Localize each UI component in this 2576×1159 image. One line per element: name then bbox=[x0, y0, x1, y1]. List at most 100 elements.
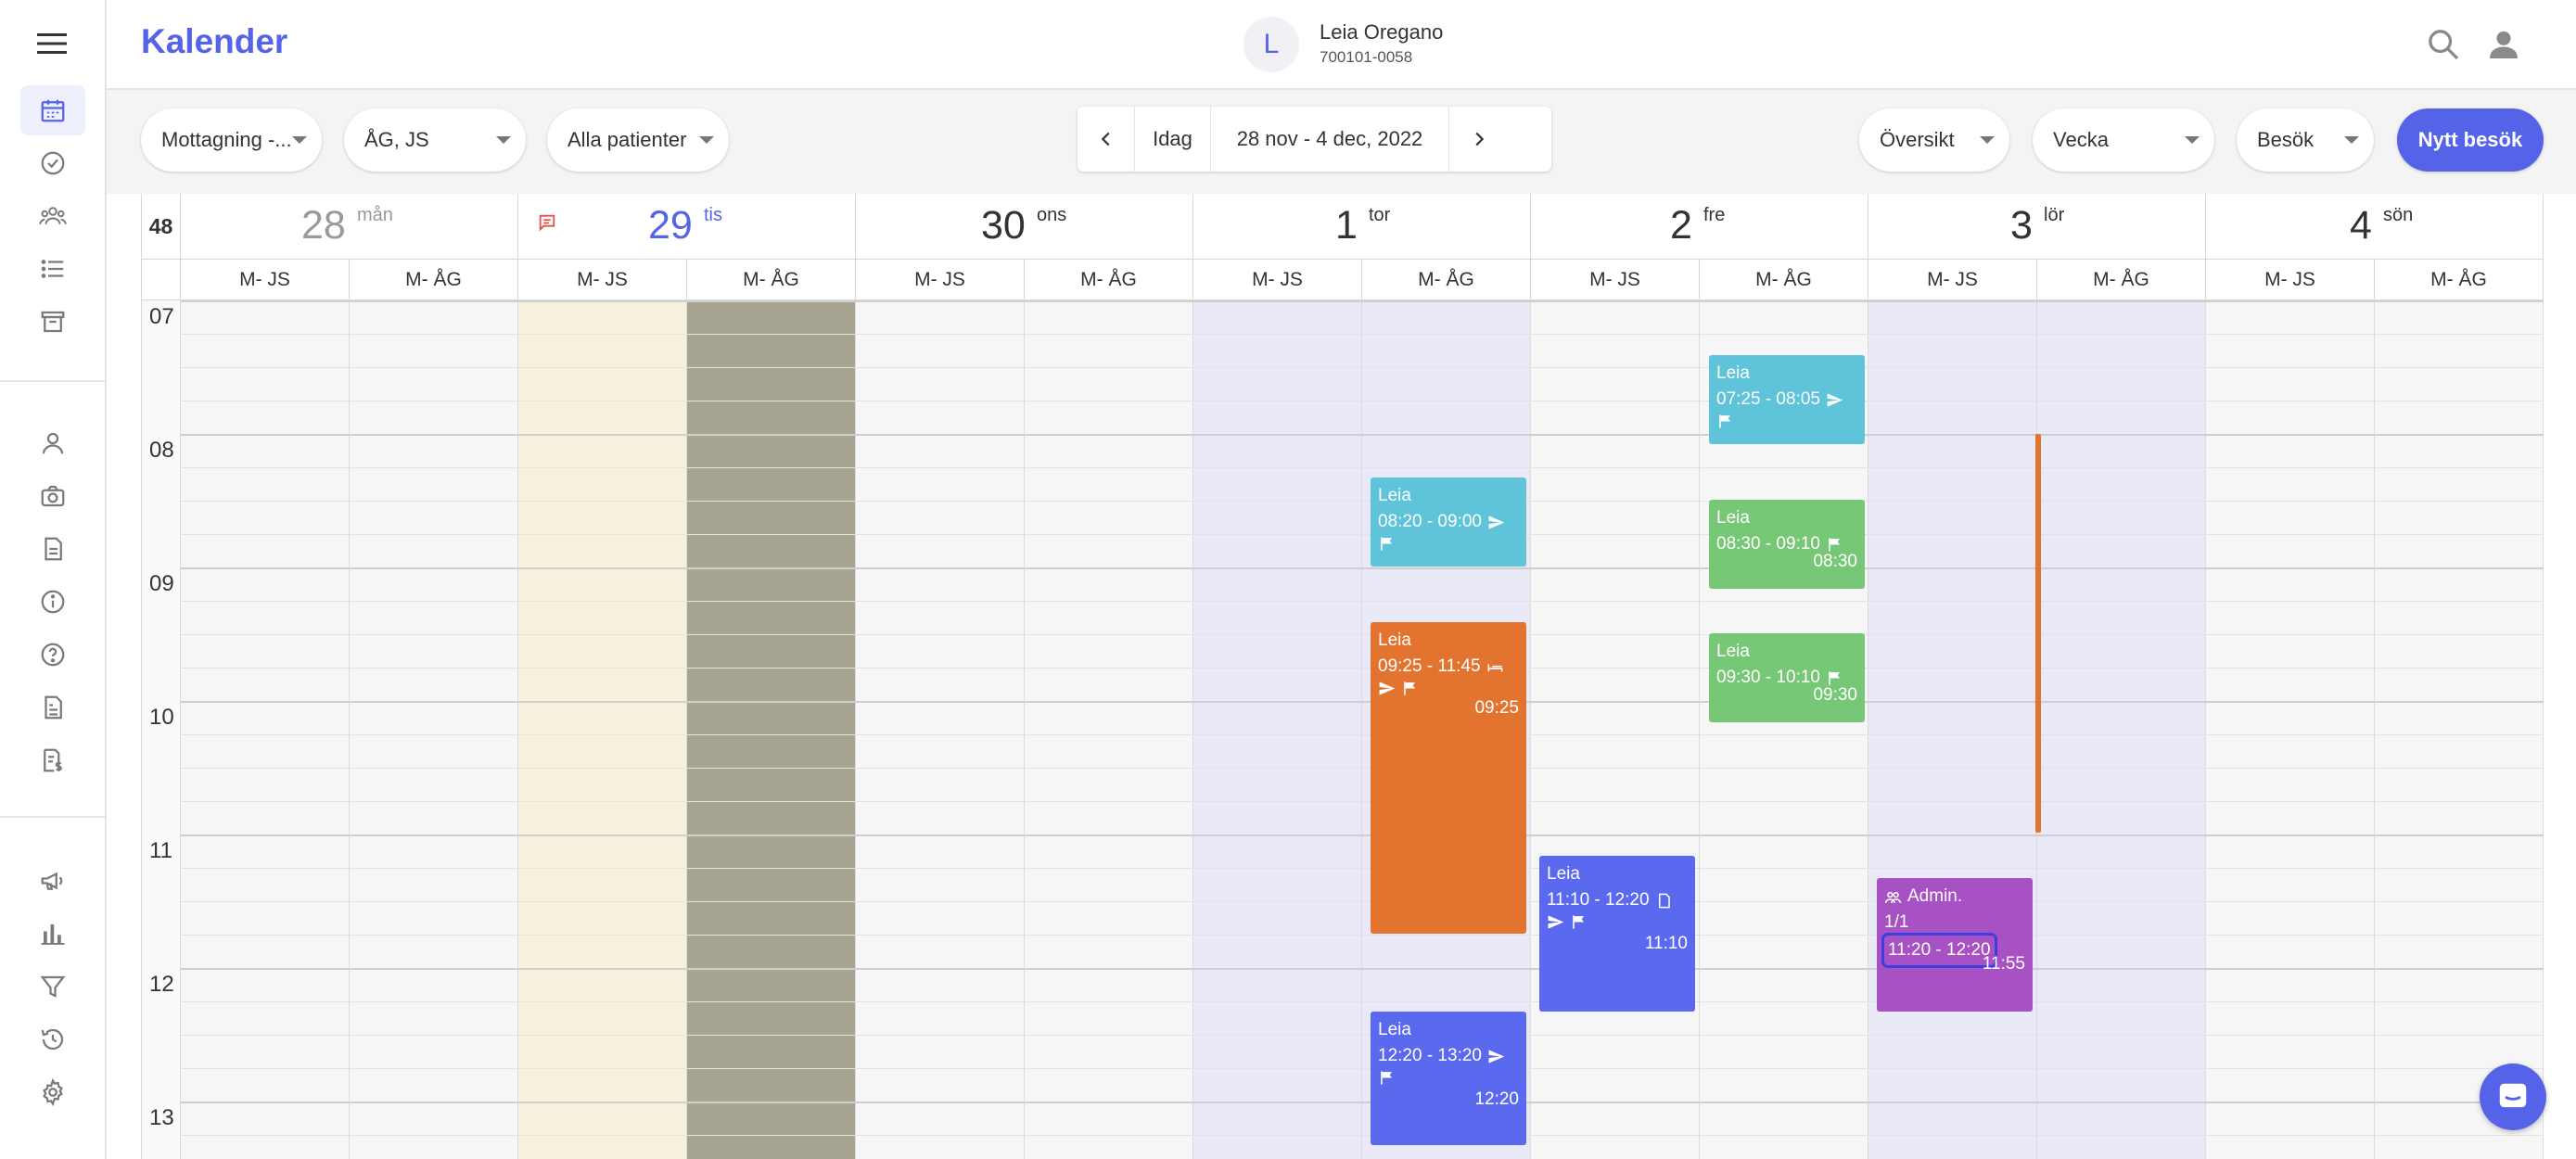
today-button[interactable]: Idag bbox=[1135, 107, 1211, 172]
clinic-dropdown[interactable]: Mottagning -... bbox=[141, 108, 322, 172]
archive-icon[interactable] bbox=[20, 297, 85, 347]
time-gridline bbox=[181, 367, 2544, 368]
sidebar-divider bbox=[0, 380, 107, 382]
bar-chart-icon[interactable] bbox=[20, 909, 85, 959]
day-resource-column[interactable] bbox=[2375, 300, 2544, 1159]
patient-name[interactable]: Leia Oregano bbox=[1320, 20, 1443, 45]
time-gridline bbox=[181, 300, 2544, 302]
info-icon[interactable] bbox=[20, 577, 85, 627]
patient-avatar[interactable]: L bbox=[1243, 17, 1299, 72]
hour-label: 12 bbox=[149, 972, 174, 997]
person-icon[interactable] bbox=[20, 418, 85, 468]
event-time: 09:30 - 10:10 bbox=[1716, 668, 1820, 687]
group-icon[interactable] bbox=[20, 191, 85, 241]
staff-dropdown[interactable]: ÅG, JS bbox=[344, 108, 526, 172]
week-number: 48 bbox=[142, 194, 181, 260]
resource-header: M- JS bbox=[518, 260, 687, 300]
new-visit-button[interactable]: Nytt besök bbox=[2397, 108, 2544, 172]
view-mode-dropdown[interactable]: Översikt bbox=[1859, 108, 2009, 172]
day-name: tor bbox=[1369, 205, 1391, 225]
hour-label: 13 bbox=[149, 1105, 174, 1130]
calendar-event[interactable]: Leia 07:25 - 08:05 bbox=[1709, 355, 1865, 444]
chat-support-button[interactable] bbox=[2480, 1063, 2546, 1130]
time-gridline bbox=[181, 334, 2544, 335]
day-resource-column[interactable] bbox=[2206, 300, 2375, 1159]
flag-icon bbox=[1719, 414, 1731, 428]
day-resource-column[interactable] bbox=[1868, 300, 2037, 1159]
resource-header: M- ÅG bbox=[687, 260, 856, 300]
time-gridline bbox=[181, 634, 2544, 635]
time-gridline bbox=[181, 968, 2544, 970]
day-header[interactable]: 2 fre bbox=[1531, 194, 1868, 260]
blocked-time-bar[interactable] bbox=[2035, 434, 2041, 833]
calendar-event[interactable]: Leia 11:10 - 12:20 11:10 bbox=[1539, 856, 1695, 1012]
megaphone-icon[interactable] bbox=[20, 856, 85, 906]
prev-week-button[interactable] bbox=[1078, 107, 1135, 172]
hamburger-menu-icon[interactable] bbox=[35, 30, 69, 57]
day-resource-column[interactable] bbox=[687, 300, 856, 1159]
note-icon[interactable] bbox=[537, 212, 557, 233]
report-icon[interactable] bbox=[20, 682, 85, 732]
event-title: Admin. bbox=[1907, 886, 1963, 906]
view-span-dropdown[interactable]: Vecka bbox=[2033, 108, 2214, 172]
day-header[interactable]: 4 sön bbox=[2206, 194, 2544, 260]
event-start-time: 08:30 bbox=[1813, 552, 1857, 571]
chevron-down-icon bbox=[496, 136, 511, 144]
history-icon[interactable] bbox=[20, 1014, 85, 1064]
next-week-button[interactable] bbox=[1449, 107, 1509, 172]
day-resource-column[interactable] bbox=[181, 300, 350, 1159]
event-type-dropdown[interactable]: Besök bbox=[2237, 108, 2374, 172]
calendar-event[interactable]: Leia 08:30 - 09:10 08:30 bbox=[1709, 500, 1865, 589]
time-gridline bbox=[181, 901, 2544, 902]
patients-dropdown[interactable]: Alla patienter bbox=[547, 108, 729, 172]
flag-icon bbox=[1404, 681, 1416, 695]
day-number: 2 bbox=[1670, 203, 1692, 248]
event-start-time: 12:20 bbox=[1474, 1089, 1519, 1109]
time-gridline bbox=[181, 567, 2544, 569]
resource-header: M- JS bbox=[856, 260, 1025, 300]
day-resource-column[interactable] bbox=[1025, 300, 1193, 1159]
day-resource-column[interactable] bbox=[1193, 300, 1362, 1159]
flag-icon bbox=[1829, 670, 1841, 685]
calendar-event[interactable]: Admin. 1/1 11:20 - 12:20 11:55 bbox=[1877, 878, 2033, 1012]
time-gridline bbox=[181, 1001, 2544, 1002]
list-icon[interactable] bbox=[20, 244, 85, 294]
calendar-event[interactable]: Leia 12:20 - 13:20 12:20 bbox=[1371, 1012, 1526, 1145]
resource-header: M- JS bbox=[181, 260, 350, 300]
send-icon bbox=[1827, 392, 1843, 407]
resource-header: M- ÅG bbox=[2037, 260, 2206, 300]
calendar-icon[interactable] bbox=[20, 85, 85, 135]
help-icon[interactable] bbox=[20, 630, 85, 680]
calendar-toolbar: Mottagning -... ÅG, JS Alla patienter Id… bbox=[107, 90, 2576, 194]
invoice-icon[interactable] bbox=[20, 735, 85, 785]
event-time: 09:25 - 11:45 bbox=[1378, 656, 1481, 676]
hour-label: 07 bbox=[149, 304, 174, 329]
settings-gear-icon[interactable] bbox=[20, 1067, 85, 1117]
filter-icon[interactable] bbox=[20, 962, 85, 1012]
day-resource-column[interactable] bbox=[518, 300, 687, 1159]
day-header[interactable]: 29 tis bbox=[518, 194, 856, 260]
event-time: 11:20 - 12:20 bbox=[1881, 933, 1997, 968]
day-resource-column[interactable] bbox=[856, 300, 1025, 1159]
calendar-event[interactable]: Leia 08:20 - 09:00 bbox=[1371, 478, 1526, 567]
event-time: 07:25 - 08:05 bbox=[1716, 389, 1820, 409]
clinic-dropdown-label: Mottagning -... bbox=[161, 128, 292, 151]
day-header[interactable]: 30 ons bbox=[856, 194, 1193, 260]
document-icon[interactable] bbox=[20, 524, 85, 574]
time-gridline bbox=[181, 868, 2544, 869]
search-icon[interactable] bbox=[2425, 26, 2462, 63]
calendar-event[interactable]: Leia 09:30 - 10:10 09:30 bbox=[1709, 633, 1865, 722]
day-header[interactable]: 3 lör bbox=[1868, 194, 2206, 260]
day-resource-column[interactable] bbox=[350, 300, 518, 1159]
date-range-label[interactable]: 28 nov - 4 dec, 2022 bbox=[1211, 107, 1449, 172]
check-circle-icon[interactable] bbox=[20, 138, 85, 188]
chevron-down-icon bbox=[2185, 136, 2200, 144]
user-account-icon[interactable] bbox=[2485, 26, 2522, 63]
calendar-event[interactable]: Leia 09:25 - 11:45 09:25 bbox=[1371, 622, 1526, 934]
day-resource-column[interactable] bbox=[2037, 300, 2206, 1159]
camera-icon[interactable] bbox=[20, 471, 85, 521]
event-start-time: 09:30 bbox=[1813, 685, 1857, 705]
day-header[interactable]: 1 tor bbox=[1193, 194, 1531, 260]
day-header[interactable]: 28 mån bbox=[181, 194, 518, 260]
day-resource-column[interactable] bbox=[1531, 300, 1700, 1159]
